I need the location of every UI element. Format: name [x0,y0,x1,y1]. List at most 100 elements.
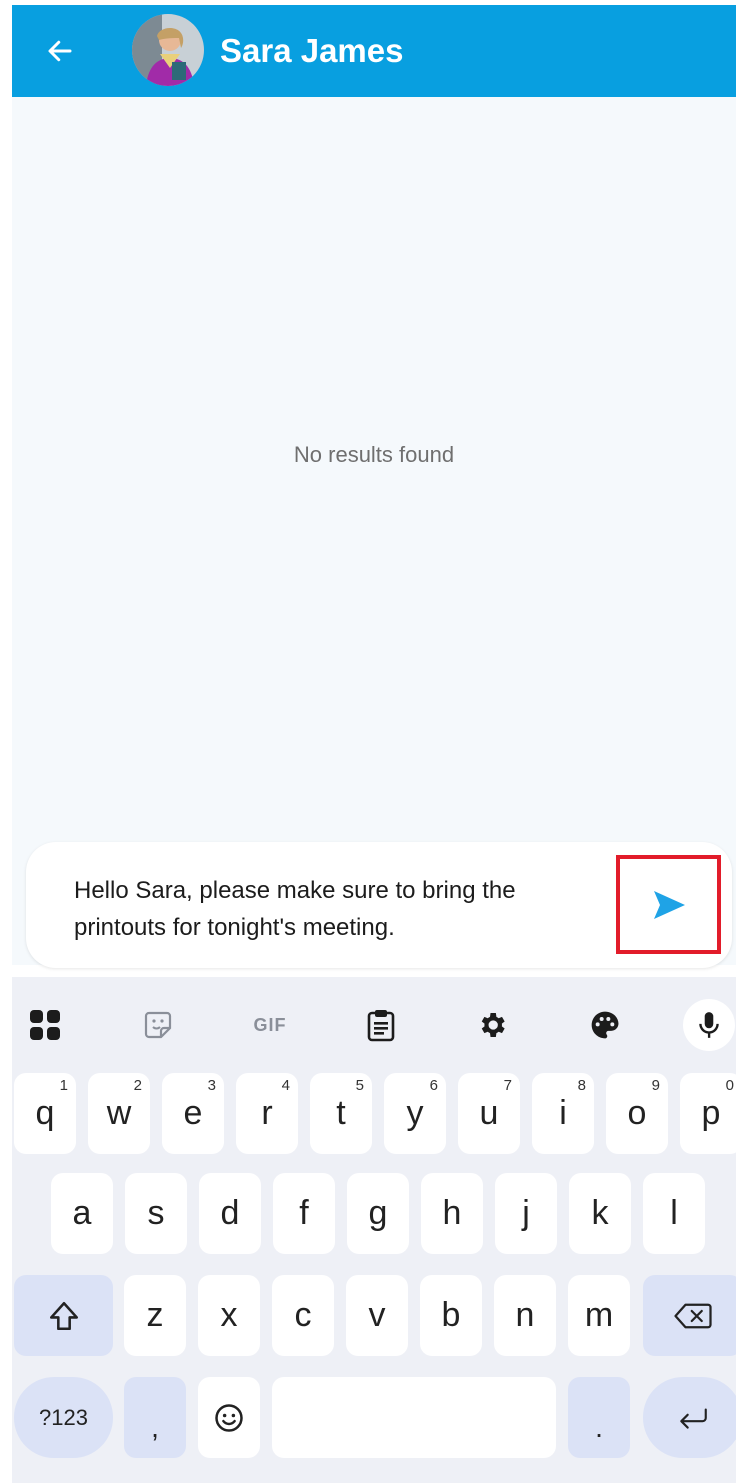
key-label: c [294,1296,312,1334]
sticker-button[interactable] [134,1001,182,1049]
key-label: r [261,1094,273,1132]
key-u[interactable]: u7 [458,1073,520,1154]
key-j[interactable]: j [495,1173,557,1254]
key-o[interactable]: o9 [606,1073,668,1154]
key-label: k [591,1194,609,1232]
key-number-hint: 7 [503,1077,512,1094]
key-label: h [442,1194,462,1232]
key-label: t [336,1094,346,1132]
key-w[interactable]: w2 [88,1073,150,1154]
empty-state-text: No results found [293,442,455,467]
key-e[interactable]: e3 [162,1073,224,1154]
gif-button[interactable]: GIF [246,1001,294,1049]
key-label: w [106,1094,132,1132]
send-icon [653,890,685,919]
back-button[interactable] [36,27,84,75]
key-p[interactable]: p0 [680,1073,736,1154]
voice-input-button[interactable] [683,999,735,1051]
key-i[interactable]: i8 [532,1073,594,1154]
key-label: v [368,1296,386,1334]
key-number-hint: 3 [207,1077,216,1094]
key-label: e [183,1094,203,1132]
key-c[interactable]: c [272,1275,334,1356]
key-z[interactable]: z [124,1275,186,1356]
key-number-hint: 2 [133,1077,142,1094]
space-key[interactable] [272,1377,556,1458]
key-s[interactable]: s [125,1173,187,1254]
key-b[interactable]: b [420,1275,482,1356]
symbols-label: ?123 [39,1404,88,1430]
key-t[interactable]: t5 [310,1073,372,1154]
key-label: l [670,1194,678,1232]
key-k[interactable]: k [569,1173,631,1254]
enter-icon [679,1407,707,1429]
key-q[interactable]: q1 [14,1073,76,1154]
period-key[interactable]: . [568,1377,630,1458]
key-label: f [299,1194,309,1232]
emoji-icon [215,1403,243,1432]
key-number-hint: 0 [725,1077,734,1094]
settings-button[interactable] [468,1001,516,1049]
key-label: x [220,1296,238,1334]
gif-label: GIF [253,1014,287,1035]
contact-name: Sara James [220,32,404,69]
clipboard-button[interactable] [357,1001,405,1049]
key-v[interactable]: v [346,1275,408,1356]
shift-icon [49,1301,78,1330]
backspace-icon [673,1303,712,1328]
key-label: z [146,1296,164,1334]
message-composer: Hello Sara, please make sure to bring th… [26,842,732,968]
key-label: o [627,1094,647,1132]
sticker-icon [144,1011,172,1039]
key-label: m [584,1296,614,1334]
chat-screen: Sara James No results found Hello Sara, … [12,0,736,1483]
key-number-hint: 4 [281,1077,290,1094]
key-d[interactable]: d [199,1173,261,1254]
period-label: . [595,1411,603,1443]
key-label: y [406,1094,424,1132]
microphone-icon [699,1012,719,1038]
shift-key[interactable] [14,1275,113,1356]
key-h[interactable]: h [421,1173,483,1254]
avatar-photo [132,14,204,86]
key-x[interactable]: x [198,1275,260,1356]
keyboard-toolbar: GIF [12,977,736,1069]
key-f[interactable]: f [273,1173,335,1254]
message-list: No results found [12,97,736,965]
key-l[interactable]: l [643,1173,705,1254]
keyboard: GIF q 1 w 2 e 3 r 4 t 5 y 6 u 7 i 8 o 9 … [12,977,736,1483]
key-label: g [368,1194,388,1232]
key-label: b [441,1296,461,1334]
symbols-key[interactable]: ?123 [14,1377,113,1458]
apps-button[interactable] [21,1001,69,1049]
theme-button[interactable] [581,1001,629,1049]
key-label: s [147,1194,165,1232]
clipboard-icon [367,1010,395,1042]
key-number-hint: 8 [577,1077,586,1094]
key-number-hint: 6 [429,1077,438,1094]
key-label: u [479,1094,499,1132]
comma-label: , [151,1411,159,1443]
key-label: p [701,1094,721,1132]
key-r[interactable]: r4 [236,1073,298,1154]
gear-icon [481,1013,505,1037]
key-g[interactable]: g [347,1173,409,1254]
emoji-key[interactable] [198,1377,260,1458]
avatar[interactable] [132,14,204,86]
comma-key[interactable]: , [124,1377,186,1458]
key-y[interactable]: y6 [384,1073,446,1154]
key-label: j [522,1194,530,1232]
backspace-key[interactable] [643,1275,736,1356]
key-m[interactable]: m [568,1275,630,1356]
key-number-hint: 1 [59,1077,68,1094]
enter-key[interactable] [643,1377,736,1458]
palette-icon [591,1011,619,1039]
key-label: a [72,1194,92,1232]
key-number-hint: 9 [651,1077,660,1094]
app-header: Sara James [12,5,736,97]
message-input[interactable]: Hello Sara, please make sure to bring th… [74,872,604,946]
key-a[interactable]: a [51,1173,113,1254]
key-n[interactable]: n [494,1275,556,1356]
key-label: q [35,1094,55,1132]
send-button[interactable] [616,855,721,954]
